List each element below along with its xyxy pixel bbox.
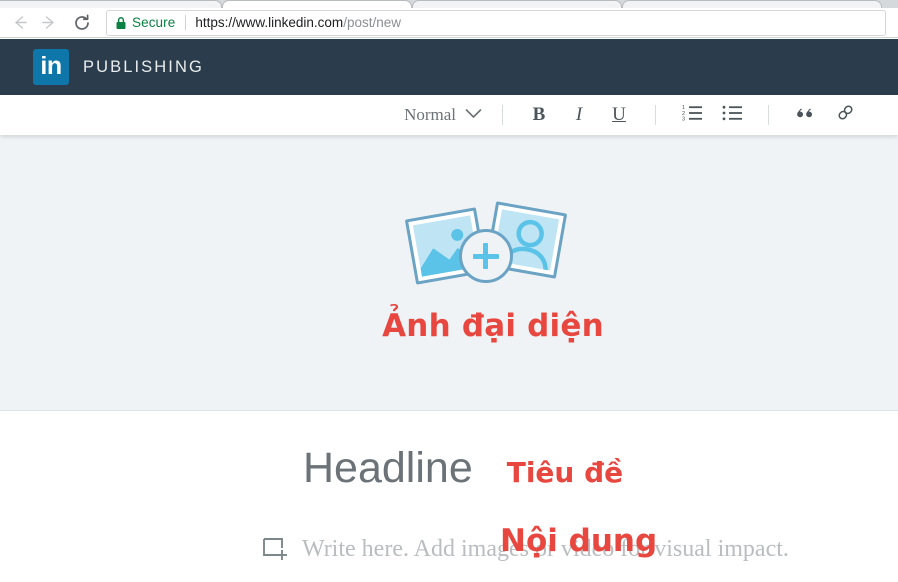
toolbar-divider [502, 105, 503, 125]
linkedin-logo-text: in [40, 51, 62, 80]
insert-link-button[interactable] [832, 102, 858, 128]
security-status-label: Secure [132, 15, 176, 30]
url-domain: https://www.linkedin.com [195, 15, 344, 30]
browser-tab-active[interactable] [222, 0, 412, 8]
svg-text:3: 3 [682, 117, 685, 121]
lock-icon [115, 16, 127, 30]
content-row: Write here. Add images or video for visu… [262, 526, 789, 563]
app-root: Secure https://www.linkedin.com/post/new… [0, 0, 898, 582]
ordered-list-button[interactable]: 1 2 3 [679, 102, 705, 128]
arrow-right-icon [39, 13, 58, 32]
annotation-cover-image: Ảnh đại diện [382, 308, 604, 344]
toolbar-divider [768, 105, 769, 125]
plus-icon-vertical [483, 243, 488, 269]
address-bar[interactable]: Secure https://www.linkedin.com/post/new [106, 9, 886, 36]
forward-button[interactable] [34, 9, 62, 37]
url-path: /post/new [343, 15, 401, 30]
toolbar-divider [655, 105, 656, 125]
cover-image-area[interactable]: Ảnh đại diện [0, 135, 898, 411]
underline-button[interactable]: U [606, 102, 632, 128]
add-image-button[interactable] [458, 229, 513, 283]
browser-tab[interactable] [622, 0, 882, 8]
blockquote-button[interactable] [792, 102, 818, 128]
bold-button[interactable]: B [526, 102, 552, 128]
back-button[interactable] [6, 9, 34, 37]
headline-row: Headline Tiêu đề [303, 447, 623, 490]
omnibox-divider [185, 15, 187, 30]
link-icon [836, 103, 855, 128]
browser-tab-strip [0, 0, 898, 8]
reload-icon [72, 13, 92, 33]
url-text: https://www.linkedin.com/post/new [195, 15, 401, 30]
add-media-icon[interactable] [262, 537, 288, 563]
arrow-left-icon [11, 13, 30, 32]
italic-button[interactable]: I [566, 102, 592, 128]
browser-toolbar: Secure https://www.linkedin.com/post/new [0, 8, 898, 38]
linkedin-publishing-header: in PUBLISHING [0, 39, 898, 95]
page-title: PUBLISHING [83, 57, 204, 76]
text-style-dropdown[interactable]: Normal [404, 105, 482, 125]
annotation-headline: Tiêu đề [506, 456, 624, 489]
browser-tab[interactable] [0, 0, 222, 8]
cover-image-inner: Ảnh đại diện [0, 135, 898, 410]
ordered-list-icon: 1 2 3 [682, 103, 703, 127]
annotation-body: Nội dung [500, 523, 658, 559]
headline-input[interactable]: Headline [303, 447, 473, 490]
quote-icon [795, 104, 815, 126]
post-body: Headline Tiêu đề Write here. Add images … [0, 411, 898, 582]
browser-tab[interactable] [412, 0, 622, 8]
bullet-list-icon [722, 103, 743, 127]
add-cover-image-graphic[interactable] [402, 201, 582, 293]
reload-button[interactable] [68, 9, 96, 37]
chevron-down-icon [465, 106, 482, 124]
linkedin-logo[interactable]: in [33, 49, 69, 85]
bullet-list-button[interactable] [719, 102, 745, 128]
text-style-label: Normal [404, 105, 456, 124]
editor-toolbar: Normal B I U 1 2 3 [0, 95, 898, 135]
